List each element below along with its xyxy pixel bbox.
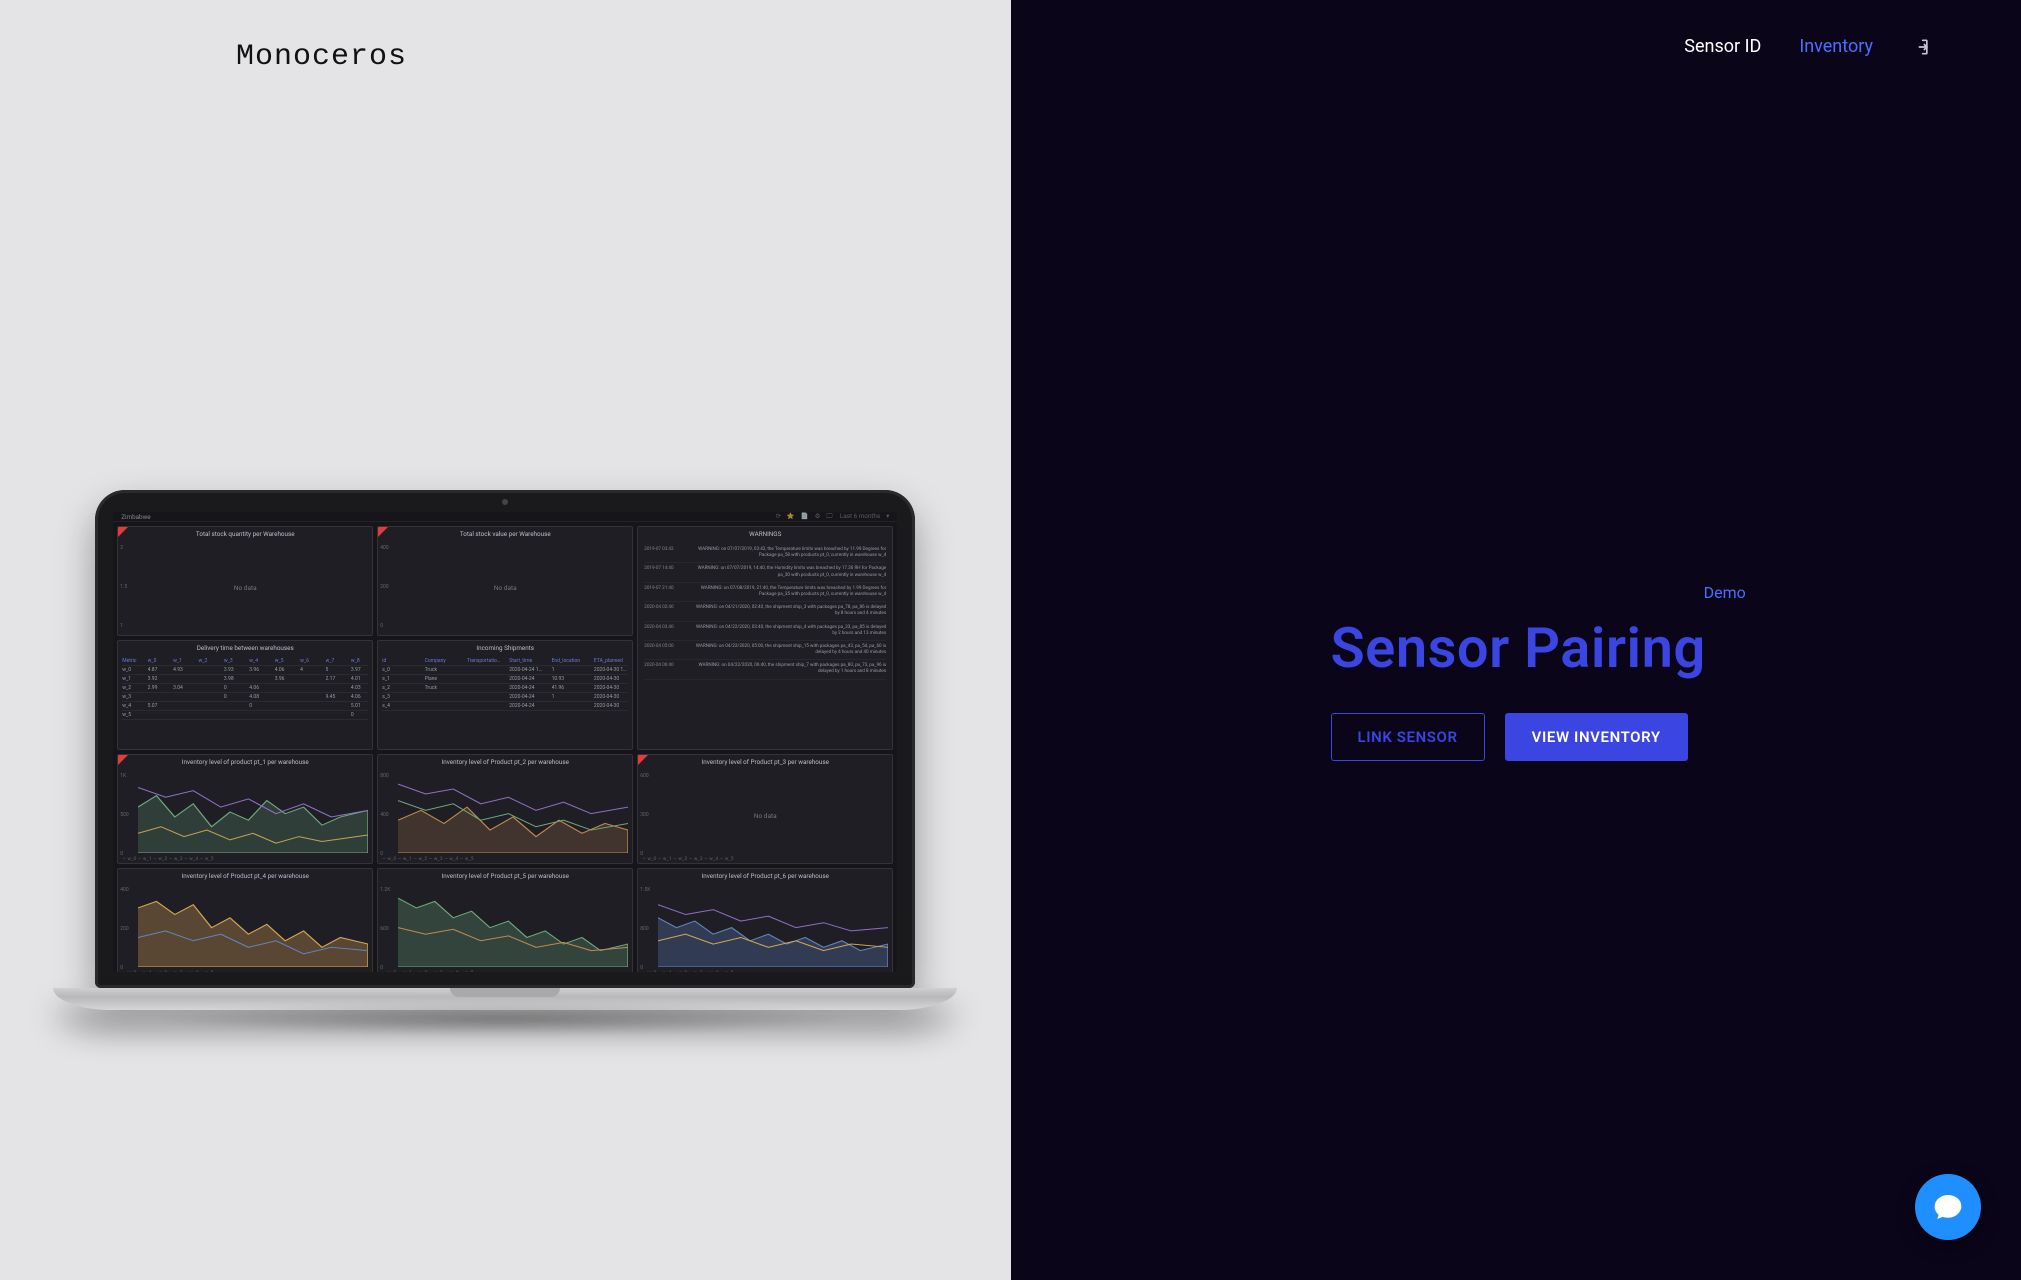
- card-warnings: WARNINGS 2019-07 03:42WARNING: on 07/07/…: [637, 526, 893, 750]
- link-sensor-button[interactable]: LINK SENSOR: [1331, 713, 1485, 761]
- top-nav: Sensor ID Inventory: [1684, 36, 1931, 57]
- card-delivery: Delivery time between warehouses Metricw…: [117, 640, 373, 750]
- card-inv-b3: Inventory level of Product pt_6 per ware…: [637, 868, 893, 972]
- card-title: Inventory level of Product pt_2 per ware…: [378, 755, 632, 769]
- table-row: w_50: [122, 711, 368, 720]
- no-data-label: No data: [638, 769, 892, 863]
- page-title: Sensor Pairing: [1331, 615, 1706, 681]
- laptop-camera: [502, 499, 508, 505]
- no-data-label: No data: [378, 541, 632, 635]
- card-incoming: Incoming Shipments idCompanyTransportati…: [377, 640, 633, 750]
- card-title: Inventory level of Product pt_5 per ware…: [378, 869, 632, 883]
- table-row: s_32020-04-2412020-04-30: [382, 693, 628, 702]
- card-inv-a2: Inventory level of Product pt_2 per ware…: [377, 754, 633, 864]
- warning-row: 2020-04 03:40WARNING: on 04/22/2020, 03:…: [644, 622, 886, 641]
- logout-icon[interactable]: [1911, 37, 1931, 57]
- demo-badge: Demo: [1704, 583, 1746, 602]
- hero: Demo Sensor Pairing LINK SENSOR VIEW INV…: [1331, 615, 1706, 761]
- warning-row: 2019-07 21:40WARNING: on 07/08/2019, 21:…: [644, 583, 886, 602]
- card-stock-value: Total stock value per Warehouse 4002000 …: [377, 526, 633, 636]
- no-data-label: No data: [118, 541, 372, 635]
- card-title: Incoming Shipments: [378, 641, 632, 655]
- brand-logo: Monoceros: [236, 40, 407, 74]
- warning-row: 2020-04 05:00WARNING: on 04/22/2020, 05:…: [644, 641, 886, 660]
- dashboard-topbar: Zimbabwe ⟳⭐📄⚙🖵 Last 6 months▾: [113, 512, 897, 522]
- table-row: w_13.923.983.962.174.01: [122, 675, 368, 684]
- chat-launcher-button[interactable]: [1915, 1174, 1981, 1240]
- table-row: w_45.0705.01: [122, 702, 368, 711]
- card-title: Inventory level of Product pt_4 per ware…: [118, 869, 372, 883]
- table-row: s_1Plane2020-04-2410.932020-04-30: [382, 675, 628, 684]
- card-title: Inventory level of product pt_1 per ware…: [118, 755, 372, 769]
- warning-row: 2019-07 03:42WARNING: on 07/07/2019, 03:…: [644, 544, 886, 563]
- left-panel: Monoceros Zimbabwe ⟳⭐📄⚙🖵 Last 6 months▾: [0, 0, 1011, 1280]
- card-title: Total stock value per Warehouse: [378, 527, 632, 541]
- warning-row: 2020-04 02:40WARNING: on 04/21/2020, 02:…: [644, 602, 886, 621]
- nav-sensor-id[interactable]: Sensor ID: [1684, 36, 1761, 57]
- card-inv-b2: Inventory level of Product pt_5 per ware…: [377, 868, 633, 972]
- dashboard-title: Zimbabwe: [121, 513, 150, 521]
- card-inv-b1: Inventory level of Product pt_4 per ware…: [117, 868, 373, 972]
- table-row: w_22.993.0404.064.03: [122, 684, 368, 693]
- card-title: Total stock quantity per Warehouse: [118, 527, 372, 541]
- right-panel: Sensor ID Inventory Demo Sensor Pairing …: [1011, 0, 2021, 1280]
- table-row: w_304.089.454.06: [122, 693, 368, 702]
- warning-row: 2020-04 06:40WARNING: on 04/22/2020, 06:…: [644, 660, 886, 679]
- table-row: s_0Truck2020-04-24 17:00:0012020-04-30 1…: [382, 666, 628, 675]
- card-inv-a1: Inventory level of product pt_1 per ware…: [117, 754, 373, 864]
- warning-row: 2019-07 14:40WARNING: on 07/07/2019, 14:…: [644, 563, 886, 582]
- dashboard-screen: Zimbabwe ⟳⭐📄⚙🖵 Last 6 months▾ Total stoc…: [113, 512, 897, 972]
- dashboard-toolbar-icons: ⟳⭐📄⚙🖵 Last 6 months▾: [770, 512, 890, 521]
- table-row: s_2Truck2020-04-2441.962020-04-30: [382, 684, 628, 693]
- view-inventory-button[interactable]: VIEW INVENTORY: [1505, 713, 1688, 761]
- card-title: WARNINGS: [638, 527, 892, 541]
- table-row: w_04.874.933.933.964.06453.97: [122, 666, 368, 675]
- nav-inventory[interactable]: Inventory: [1799, 36, 1873, 57]
- table-row: s_42020-04-242020-04-30: [382, 702, 628, 711]
- card-title: Delivery time between warehouses: [118, 641, 372, 655]
- card-title: Inventory level of Product pt_3 per ware…: [638, 755, 892, 769]
- card-title: Inventory level of Product pt_6 per ware…: [638, 869, 892, 883]
- card-stock-qty: Total stock quantity per Warehouse 21.51…: [117, 526, 373, 636]
- card-inv-a3: Inventory level of Product pt_3 per ware…: [637, 754, 893, 864]
- laptop-mockup: Zimbabwe ⟳⭐📄⚙🖵 Last 6 months▾ Total stoc…: [95, 490, 915, 1010]
